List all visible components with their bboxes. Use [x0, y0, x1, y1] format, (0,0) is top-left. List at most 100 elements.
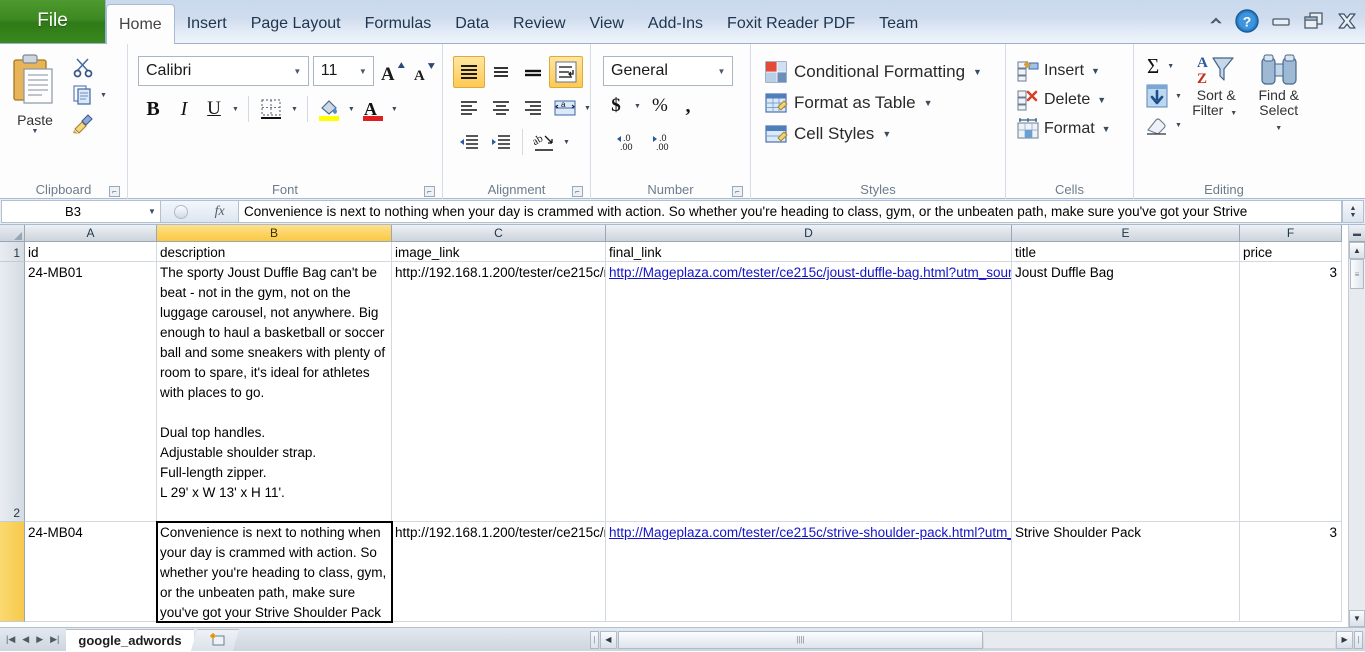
orientation-dropdown-arrow[interactable]: ▼: [560, 139, 573, 146]
shrink-font-button[interactable]: A: [410, 57, 438, 85]
help-icon[interactable]: ?: [1234, 8, 1260, 34]
cell-c2[interactable]: http://192.168.1.200/tester/ce215c/media…: [392, 262, 606, 522]
grow-font-button[interactable]: A: [378, 57, 406, 85]
cell-d2[interactable]: http://Mageplaza.com/tester/ce215c/joust…: [606, 262, 1012, 522]
merge-center-button[interactable]: a: [549, 94, 581, 122]
cell-styles-button[interactable]: Cell Styles ▼: [755, 116, 1001, 147]
first-sheet-button[interactable]: |◀: [6, 634, 15, 645]
cell-d3[interactable]: http://Mageplaza.com/tester/ce215c/striv…: [606, 522, 1012, 622]
previous-sheet-button[interactable]: ◀: [22, 634, 29, 645]
vertical-scroll-thumb[interactable]: ≡: [1350, 259, 1364, 289]
delete-cells-button[interactable]: Delete ▼: [1010, 83, 1129, 112]
delete-cells-dropdown-arrow[interactable]: ▼: [1094, 95, 1109, 105]
insert-worksheet-button[interactable]: [190, 629, 239, 651]
fill-dropdown-arrow[interactable]: ▼: [1172, 93, 1185, 100]
sort-filter-button[interactable]: A Z Sort & Filter ▼: [1185, 48, 1248, 181]
cell-f1[interactable]: price: [1240, 242, 1342, 262]
number-format-arrow[interactable]: ▼: [713, 67, 730, 76]
ribbon-tab-home[interactable]: Home: [106, 4, 175, 44]
column-header-e[interactable]: E: [1012, 225, 1240, 242]
column-header-d[interactable]: D: [606, 225, 1012, 242]
autosum-dropdown-arrow[interactable]: ▼: [1164, 63, 1177, 70]
column-header-c[interactable]: C: [392, 225, 606, 242]
top-align-button[interactable]: [453, 56, 485, 88]
cell-f2[interactable]: 3: [1240, 262, 1342, 522]
split-box-horizontal[interactable]: |: [589, 630, 599, 649]
font-color-dropdown-arrow[interactable]: ▼: [388, 106, 401, 113]
scroll-right-button[interactable]: ▶: [1336, 630, 1354, 649]
cancel-formula-icon[interactable]: [174, 204, 189, 219]
decrease-indent-button[interactable]: [453, 128, 485, 156]
clipboard-dialog-launcher[interactable]: ⌐: [109, 186, 120, 197]
cell-f3[interactable]: 3: [1240, 522, 1342, 622]
cell-e1[interactable]: title: [1012, 242, 1240, 262]
bold-button[interactable]: B: [138, 95, 168, 123]
resize-grip[interactable]: |: [1354, 630, 1364, 649]
scroll-left-button[interactable]: ◀: [599, 630, 617, 649]
cell-e2[interactable]: Joust Duffle Bag: [1012, 262, 1240, 522]
format-cells-button[interactable]: Format ▼: [1010, 112, 1129, 141]
ribbon-tab-add-ins[interactable]: Add-Ins: [636, 5, 715, 43]
cell-b3[interactable]: Convenience is next to nothing when your…: [156, 521, 393, 623]
ribbon-tab-page-layout[interactable]: Page Layout: [239, 5, 353, 43]
split-box-vertical[interactable]: ▬: [1349, 225, 1365, 242]
cell-e3[interactable]: Strive Shoulder Pack: [1012, 522, 1240, 622]
underline-dropdown-arrow[interactable]: ▼: [229, 106, 242, 113]
cell-a2[interactable]: 24-MB01: [25, 262, 157, 522]
insert-cells-dropdown-arrow[interactable]: ▼: [1088, 66, 1103, 76]
cell-a3[interactable]: 24-MB04: [25, 522, 157, 622]
fill-color-dropdown-arrow[interactable]: ▼: [345, 106, 358, 113]
borders-button[interactable]: [255, 95, 287, 123]
font-size-arrow[interactable]: ▼: [354, 67, 371, 76]
clear-button[interactable]: ▼: [1144, 113, 1185, 137]
cell-b2[interactable]: The sporty Joust Duffle Bag can't be bea…: [157, 262, 392, 522]
orientation-button[interactable]: ab: [528, 128, 560, 156]
comma-format-button[interactable]: ,: [676, 92, 700, 120]
font-family-combo[interactable]: Calibri ▼: [138, 56, 309, 86]
scroll-up-button[interactable]: ▲: [1349, 242, 1365, 259]
increase-indent-button[interactable]: [485, 128, 517, 156]
autosum-button[interactable]: Σ ▼: [1144, 54, 1185, 79]
column-header-a[interactable]: A: [25, 225, 157, 242]
accounting-dropdown-arrow[interactable]: ▼: [631, 103, 644, 110]
cut-button[interactable]: [72, 56, 110, 78]
cell-c1[interactable]: image_link: [392, 242, 606, 262]
horizontal-scroll-track[interactable]: [983, 630, 1336, 649]
format-as-table-button[interactable]: Format as Table ▼: [755, 85, 1001, 116]
restore-icon[interactable]: [1302, 11, 1326, 31]
paste-button[interactable]: Paste ▼: [4, 48, 66, 181]
paste-dropdown-arrow[interactable]: ▼: [29, 128, 42, 135]
column-header-f[interactable]: F: [1240, 225, 1342, 242]
last-sheet-button[interactable]: ▶|: [50, 634, 59, 645]
alignment-dialog-launcher[interactable]: ⌐: [572, 186, 583, 197]
row-header-1[interactable]: 1: [0, 242, 25, 262]
ribbon-tab-view[interactable]: View: [578, 5, 636, 43]
insert-cells-button[interactable]: Insert ▼: [1010, 54, 1129, 83]
ribbon-tab-team[interactable]: Team: [867, 5, 930, 43]
copy-dropdown-arrow[interactable]: ▼: [97, 92, 110, 99]
decrease-decimal-button[interactable]: .0 .00: [647, 128, 677, 156]
ribbon-tab-insert[interactable]: Insert: [175, 5, 239, 43]
conditional-formatting-dropdown-arrow[interactable]: ▼: [970, 67, 985, 77]
ribbon-tab-review[interactable]: Review: [501, 5, 577, 43]
accounting-format-button[interactable]: $: [603, 92, 629, 120]
font-dialog-launcher[interactable]: ⌐: [424, 186, 435, 197]
conditional-formatting-button[interactable]: Conditional Formatting ▼: [755, 54, 1001, 85]
name-box[interactable]: B3 ▼: [1, 200, 161, 223]
find-select-button[interactable]: Find & Select ▼: [1247, 48, 1310, 181]
select-all-button[interactable]: [0, 225, 25, 242]
file-tab[interactable]: File: [0, 0, 106, 43]
wrap-text-button[interactable]: [549, 56, 583, 88]
font-size-combo[interactable]: 11 ▼: [312, 56, 375, 86]
scroll-down-button[interactable]: ▼: [1349, 610, 1365, 627]
formula-input[interactable]: Convenience is next to nothing when your…: [239, 200, 1342, 223]
format-painter-button[interactable]: [72, 112, 110, 134]
minimize-icon[interactable]: [1269, 12, 1293, 30]
italic-button[interactable]: I: [169, 95, 199, 123]
row-header-2[interactable]: 2: [0, 262, 25, 522]
horizontal-scrollbar[interactable]: | ◀ |||| ▶ |: [236, 628, 1365, 651]
increase-decimal-button[interactable]: .0 .00: [611, 128, 641, 156]
font-color-button[interactable]: A: [359, 95, 387, 123]
font-family-arrow[interactable]: ▼: [289, 67, 306, 76]
formula-spin-up-icon[interactable]: ▲: [1350, 205, 1357, 212]
